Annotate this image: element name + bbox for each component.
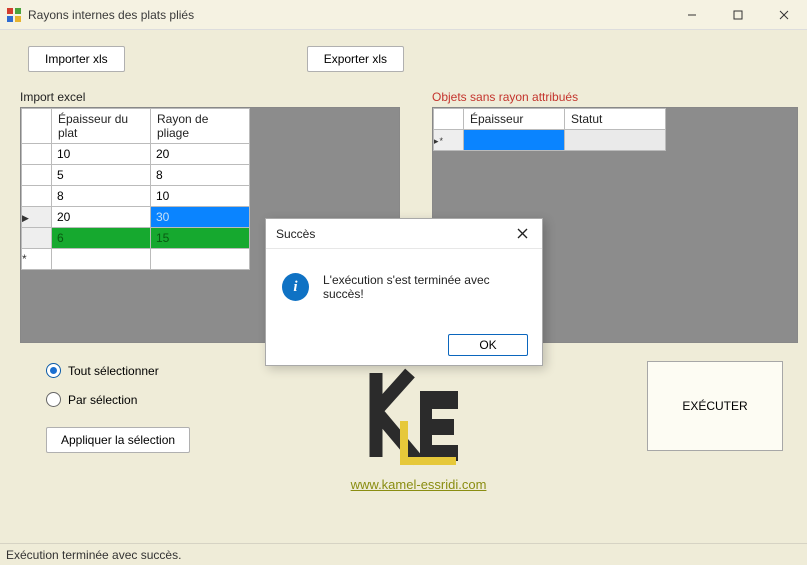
minimize-button[interactable]: [669, 0, 715, 30]
website-link[interactable]: www.kamel-essridi.com: [351, 477, 487, 492]
cell-ra[interactable]: 10: [151, 186, 249, 206]
table-row[interactable]: 10 20: [22, 144, 250, 165]
execute-button[interactable]: EXÉCUTER: [647, 361, 783, 451]
rowhead-blank: [22, 109, 52, 144]
table-row[interactable]: 8 10: [22, 186, 250, 207]
cell-ra[interactable]: 15: [151, 228, 249, 248]
row-indicator: [22, 165, 52, 186]
maximize-button[interactable]: [715, 0, 761, 30]
cell-ep[interactable]: 8: [52, 186, 150, 206]
triangle-star-icon: [434, 133, 444, 147]
brand-logo: [360, 361, 478, 469]
row-indicator-new: [22, 249, 52, 270]
status-text: Exécution terminée avec succès.: [6, 548, 181, 562]
cell-ep[interactable]: 6: [52, 228, 150, 248]
radio-icon[interactable]: [46, 392, 61, 407]
dialog-ok-button[interactable]: OK: [448, 334, 528, 356]
success-dialog: Succès i L'exécution s'est terminée avec…: [265, 218, 543, 366]
import-button[interactable]: Importer xls: [28, 46, 125, 72]
col-epaisseur2[interactable]: Épaisseur: [464, 109, 565, 130]
star-icon: [22, 252, 27, 266]
cell-ra[interactable]: 8: [151, 165, 249, 185]
table-row-selected[interactable]: 20 30: [22, 207, 250, 228]
cell-ep-empty[interactable]: [52, 249, 150, 269]
col-epaisseur[interactable]: Épaisseur du plat: [52, 109, 151, 144]
cell-statut-empty[interactable]: [565, 130, 665, 150]
export-button[interactable]: Exporter xls: [307, 46, 404, 72]
triangle-icon: [22, 210, 29, 224]
radio-by-selection[interactable]: Par sélection: [46, 392, 190, 407]
import-label: Import excel: [20, 90, 400, 104]
cell-ra-empty[interactable]: [151, 249, 249, 269]
dialog-title: Succès: [276, 227, 315, 241]
rowhead-blank: [434, 109, 464, 130]
dialog-message: L'exécution s'est terminée avec succès!: [323, 273, 526, 301]
cell-ra[interactable]: 30: [151, 207, 249, 227]
radio-label: Par sélection: [68, 393, 137, 407]
table-row-highlight[interactable]: 6 15: [22, 228, 250, 249]
cell-ep[interactable]: 5: [52, 165, 150, 185]
info-icon: i: [282, 273, 309, 301]
row-indicator: [22, 144, 52, 165]
apply-selection-button[interactable]: Appliquer la sélection: [46, 427, 190, 453]
dialog-close-button[interactable]: [502, 219, 542, 249]
radio-select-all[interactable]: Tout sélectionner: [46, 363, 190, 378]
col-statut[interactable]: Statut: [565, 109, 666, 130]
cell-ep[interactable]: 20: [52, 207, 150, 227]
row-indicator: [22, 228, 52, 249]
row-indicator: [22, 186, 52, 207]
objects-label: Objets sans rayon attribués: [432, 90, 798, 104]
row-indicator-current: [22, 207, 52, 228]
cell-ra[interactable]: 20: [151, 144, 249, 164]
table-row[interactable]: 5 8: [22, 165, 250, 186]
close-button[interactable]: [761, 0, 807, 30]
window-title: Rayons internes des plats pliés: [28, 8, 669, 22]
radio-label: Tout sélectionner: [68, 364, 159, 378]
radio-icon[interactable]: [46, 363, 61, 378]
status-bar: Exécution terminée avec succès.: [0, 543, 807, 565]
col-rayon[interactable]: Rayon de pliage: [151, 109, 250, 144]
table-row-new[interactable]: [22, 249, 250, 270]
row-indicator-new: [434, 130, 464, 151]
table-row-new[interactable]: [434, 130, 666, 151]
titlebar: Rayons internes des plats pliés: [0, 0, 807, 30]
cell-ep-empty[interactable]: [464, 130, 564, 150]
app-icon: [6, 7, 22, 23]
cell-ep[interactable]: 10: [52, 144, 150, 164]
